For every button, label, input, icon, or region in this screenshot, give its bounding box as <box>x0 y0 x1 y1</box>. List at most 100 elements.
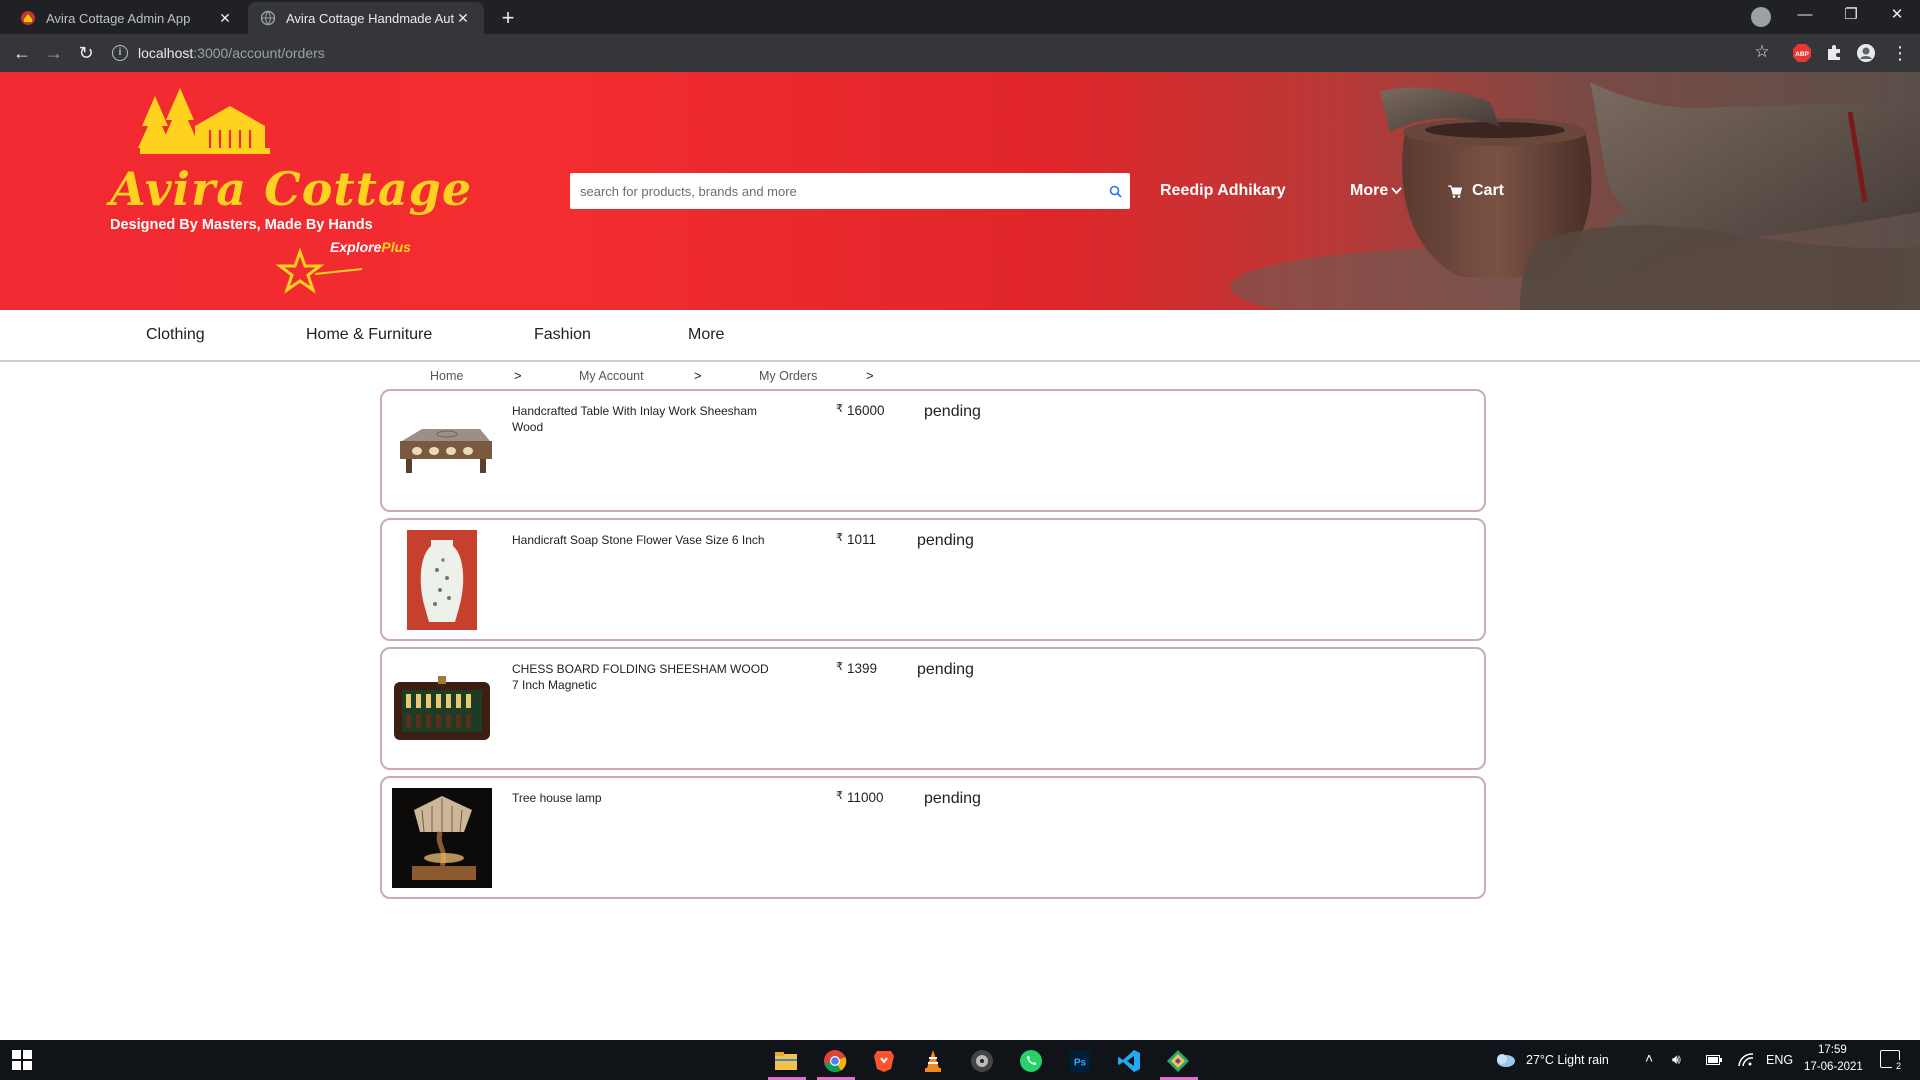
order-price: ₹11000 <box>836 790 884 805</box>
media-player-icon[interactable] <box>967 1046 997 1076</box>
tab-handmade-store[interactable]: Avira Cottage Handmade Authen ✕ <box>248 2 484 34</box>
tab-admin-app[interactable]: Avira Cottage Admin App ✕ <box>8 2 246 34</box>
order-price: ₹16000 <box>836 403 885 418</box>
photoshop-icon[interactable]: Ps <box>1065 1046 1095 1076</box>
search-icon[interactable] <box>1100 174 1130 208</box>
windows-taskbar: Ps 27°C Light rain ˄ 🔊︎ ENG 17:59 17-06-… <box>0 1040 1920 1080</box>
forward-arrow-icon[interactable]: → <box>40 39 68 67</box>
order-product-name[interactable]: Tree house lamp <box>512 790 772 806</box>
weather-text[interactable]: 27°C Light rain <box>1526 1053 1609 1067</box>
back-arrow-icon[interactable]: ← <box>8 39 36 67</box>
breadcrumb-home[interactable]: Home <box>430 369 463 383</box>
wooden-table-icon <box>400 429 492 473</box>
wifi-icon[interactable] <box>1738 1053 1754 1067</box>
whatsapp-icon[interactable] <box>1016 1046 1046 1076</box>
account-user-name[interactable]: Reedip Adhikary <box>1160 182 1286 200</box>
order-product-name[interactable]: CHESS BOARD FOLDING SHEESHAM WOOD 7 Inch… <box>512 661 772 693</box>
tab-title: Avira Cottage Admin App <box>46 10 191 26</box>
site-header: Avira Cottage Designed By Masters, Made … <box>0 72 1920 310</box>
orders-list: Handcrafted Table With Inlay Work Sheesh… <box>380 389 1486 905</box>
restore-icon[interactable]: ❐ <box>1828 0 1874 34</box>
adblock-icon[interactable]: ABP <box>1792 43 1812 63</box>
windows-start-icon[interactable] <box>12 1050 32 1070</box>
order-status: pending <box>917 661 974 678</box>
close-icon[interactable]: ✕ <box>454 10 472 27</box>
browser-menu-icon[interactable]: ⋮ <box>1886 39 1914 67</box>
tab-search-icon[interactable] <box>1751 7 1771 27</box>
breadcrumb-separator: > <box>514 368 522 383</box>
new-tab-button[interactable]: + <box>494 5 522 33</box>
speaker-icon[interactable]: 🔊︎ <box>1672 1051 1681 1068</box>
chrome-icon[interactable] <box>820 1046 850 1076</box>
battery-icon[interactable] <box>1706 1055 1722 1065</box>
explore-label: Explore <box>330 239 382 255</box>
order-product-image[interactable] <box>392 401 492 501</box>
minimize-icon[interactable]: — <box>1782 0 1828 34</box>
weather-cloud-icon[interactable] <box>1494 1052 1516 1068</box>
chevron-down-icon <box>1391 187 1402 195</box>
order-card[interactable]: Handicraft Soap Stone Flower Vase Size 6… <box>380 518 1486 641</box>
bookmark-star-icon[interactable]: ☆ <box>1748 38 1776 66</box>
order-price-value: 11000 <box>847 790 884 805</box>
clock-time[interactable]: 17:59 <box>1818 1044 1847 1056</box>
brave-browser-icon[interactable] <box>869 1046 899 1076</box>
category-home-furniture[interactable]: Home & Furniture <box>306 326 432 344</box>
git-kraken-icon[interactable] <box>1163 1046 1193 1076</box>
order-product-name[interactable]: Handcrafted Table With Inlay Work Sheesh… <box>512 403 772 435</box>
explore-plus-link[interactable]: ExplorePlus <box>330 239 411 255</box>
file-explorer-icon[interactable] <box>771 1046 801 1076</box>
order-card[interactable]: CHESS BOARD FOLDING SHEESHAM WOOD 7 Inch… <box>380 647 1486 770</box>
order-price-value: 1399 <box>847 661 878 676</box>
close-icon[interactable]: ✕ <box>216 10 234 27</box>
breadcrumb-my-account[interactable]: My Account <box>579 369 644 383</box>
search-input[interactable] <box>570 174 1100 208</box>
search-bar <box>570 173 1130 209</box>
chevron-up-icon[interactable]: ˄ <box>1645 1050 1653 1066</box>
rupee-icon: ₹ <box>836 790 843 802</box>
breadcrumb-my-orders[interactable]: My Orders <box>759 369 817 383</box>
rupee-icon: ₹ <box>836 532 843 544</box>
browser-tab-strip: Avira Cottage Admin App ✕ Avira Cottage … <box>0 0 1920 34</box>
svg-text:ABP: ABP <box>1795 51 1809 58</box>
info-icon[interactable]: i <box>112 45 128 61</box>
category-clothing[interactable]: Clothing <box>146 326 205 344</box>
category-more[interactable]: More <box>688 326 724 344</box>
breadcrumb: Home > My Account > My Orders > <box>0 362 1920 390</box>
notification-center-icon[interactable]: 2 <box>1880 1050 1905 1073</box>
order-price: ₹1011 <box>836 532 876 547</box>
chess-board-icon <box>394 676 490 740</box>
cart-button[interactable]: Cart <box>1448 182 1504 200</box>
more-label: More <box>1350 182 1389 199</box>
address-bar[interactable]: i localhost:3000/account/orders <box>112 37 1752 69</box>
tab-title: Avira Cottage Handmade Authen <box>286 10 454 26</box>
order-price: ₹1399 <box>836 661 877 676</box>
vlc-icon[interactable] <box>918 1046 948 1076</box>
order-product-image[interactable] <box>392 659 492 759</box>
vscode-icon[interactable] <box>1114 1046 1144 1076</box>
more-dropdown[interactable]: More <box>1350 182 1402 200</box>
logo-tagline: Designed By Masters, Made By Hands <box>110 217 373 233</box>
plus-label: Plus <box>381 239 411 255</box>
clock-date[interactable]: 17-06-2021 <box>1804 1061 1863 1073</box>
order-product-name[interactable]: Handicraft Soap Stone Flower Vase Size 6… <box>512 532 772 548</box>
svg-text:Ps: Ps <box>1074 1058 1087 1069</box>
order-product-image[interactable] <box>392 530 492 630</box>
language-indicator[interactable]: ENG <box>1766 1053 1793 1067</box>
rupee-icon: ₹ <box>836 661 843 673</box>
tree-house-lamp-icon <box>392 788 492 888</box>
order-card[interactable]: Tree house lamp ₹11000 pending <box>380 776 1486 899</box>
profile-avatar-icon[interactable] <box>1856 43 1876 63</box>
order-product-image[interactable] <box>392 788 492 888</box>
rupee-icon: ₹ <box>836 403 843 415</box>
order-card[interactable]: Handcrafted Table With Inlay Work Sheesh… <box>380 389 1486 512</box>
logo-title: Avira Cottage <box>110 162 473 216</box>
url-host: localhost <box>138 45 194 61</box>
category-fashion[interactable]: Fashion <box>534 326 591 344</box>
reload-icon[interactable]: ↻ <box>72 39 100 67</box>
category-nav: Clothing Home & Furniture Fashion More <box>0 310 1920 362</box>
breadcrumb-separator: > <box>694 368 702 383</box>
order-price-value: 16000 <box>847 403 885 418</box>
extensions-puzzle-icon[interactable] <box>1824 43 1844 63</box>
window-close-icon[interactable]: ✕ <box>1874 0 1920 34</box>
cart-label: Cart <box>1472 182 1505 199</box>
